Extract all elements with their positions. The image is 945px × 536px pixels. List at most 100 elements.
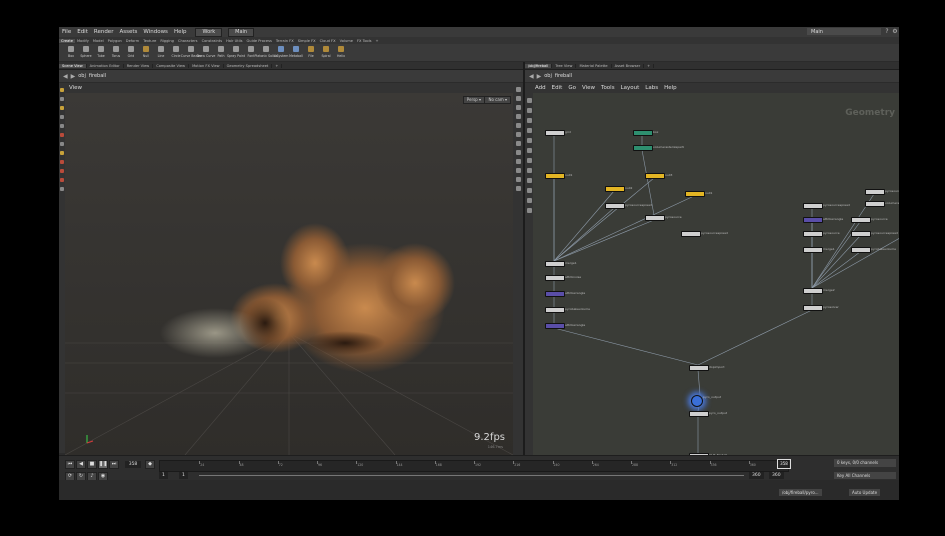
range-end-field[interactable]: 360 [749,472,764,479]
shelf-tool-draw-curve[interactable]: Draw Curve [197,44,215,58]
net-lock-icon[interactable] [526,128,532,133]
net-home-icon[interactable] [526,158,532,163]
menu-file[interactable]: File [59,29,74,35]
shelf-tab-polygon[interactable]: Polygon [106,39,124,43]
lighting-icon[interactable] [515,96,521,101]
network-node[interactable] [545,275,565,281]
menu-edit[interactable]: Edit [74,29,91,35]
network-node[interactable] [545,307,565,313]
menu-windows[interactable]: Windows [140,29,171,35]
view-tool-icon[interactable] [60,115,64,119]
net-quick-icon[interactable] [526,208,532,213]
wireframe-icon[interactable] [515,132,521,137]
network-node[interactable] [851,217,871,223]
shelf-tab-modify[interactable]: Modify [75,39,91,43]
shelf-tab-model[interactable]: Model [91,39,106,43]
network-node[interactable] [633,130,653,136]
network-node[interactable] [851,231,871,237]
status-path[interactable]: /obj/fireball/pyro... [779,489,822,496]
right-desktop-select[interactable]: Main [807,28,881,35]
net-menu-tools[interactable]: Tools [601,85,615,91]
shelf-tool-line[interactable]: Line [155,44,167,58]
tab-asset-browser[interactable]: Asset Browser [612,63,645,68]
network-node[interactable] [645,173,665,179]
snap-tool-icon[interactable] [60,187,64,191]
net-menu-edit[interactable]: Edit [552,85,563,91]
tab-animation-editor[interactable]: Animation Editor [87,63,124,68]
shelf-tool-box[interactable]: Box [65,44,77,58]
shelf-tool-file[interactable]: File [305,44,317,58]
shelf-tool-spray-paint[interactable]: Spray Paint [227,44,245,58]
auto-update-button[interactable]: Auto Update [849,489,881,496]
menu-help[interactable]: Help [171,29,190,35]
network-node[interactable] [545,130,565,136]
shelf-tool-torus[interactable]: Torus [110,44,122,58]
net-grid-icon[interactable] [526,188,532,193]
path-node[interactable]: fireball [89,73,106,79]
network-node[interactable] [691,395,703,407]
shelf-tab-characters[interactable]: Characters [176,39,200,43]
end-frame-marker[interactable]: 358 [777,459,791,469]
templates-icon[interactable] [515,186,521,191]
vis-icon[interactable] [515,159,521,164]
network-node[interactable] [545,323,565,329]
rotate-tool-icon[interactable] [60,142,64,146]
move-tool-icon[interactable] [60,97,64,101]
net-paint-icon[interactable] [526,138,532,143]
range-start2-field[interactable]: 1 [179,472,188,479]
shelf-tool-spiral[interactable]: Spiral [320,44,332,58]
shelf-tab-create[interactable]: Create [59,38,75,43]
net-frame-icon[interactable] [526,168,532,173]
shelf-tool-sphere[interactable]: Sphere [80,44,92,58]
help-icon[interactable]: ? [883,28,891,36]
jump-end-icon[interactable]: ⏭ [109,460,119,469]
shelf-tool-curve-bezier[interactable]: Curve Bezier [181,44,201,58]
menu-render[interactable]: Render [91,29,117,35]
display-options-icon[interactable] [515,87,521,92]
add-network-tab-button[interactable]: + [644,63,655,68]
network-node[interactable] [545,291,565,297]
settings-icon[interactable]: ⚙ [891,28,899,36]
grid-toggle-icon[interactable] [515,114,521,119]
shelf-tab-terrain-fx[interactable]: Terrain FX [274,39,296,43]
net-pan-icon[interactable] [526,108,532,113]
tab-material-palette[interactable]: Material Palette [576,63,612,68]
network-node[interactable] [685,191,705,197]
net-menu-labs[interactable]: Labs [645,85,658,91]
net-snap-icon[interactable] [526,198,532,203]
scale-tool-icon[interactable] [60,133,64,137]
jump-start-icon[interactable]: ⏮ [65,460,75,469]
network-node[interactable] [865,201,885,207]
paint-tool-icon[interactable] [60,169,64,173]
tab-scene-view[interactable]: Scene View [59,63,87,68]
viewport-3d[interactable]: Persp ▾ No cam ▾ 9.2fps 146.7ms [65,93,513,455]
network-node[interactable] [689,365,709,371]
shelf-tool-metaball[interactable]: Metaball [289,44,303,58]
network-node[interactable] [545,173,565,179]
forward-arrow-icon[interactable]: ▶ [71,73,76,80]
tab-motion-fx-view[interactable]: Motion FX View [189,63,224,68]
back-arrow-icon[interactable]: ◀ [63,73,68,80]
brush-tool-icon[interactable] [60,151,64,155]
shelf-tool-grid[interactable]: Grid [125,44,137,58]
net-layout-icon[interactable] [526,178,532,183]
net-scope-icon[interactable] [526,148,532,153]
shelf-tool-path[interactable]: Path [215,44,227,58]
network-node[interactable] [803,203,823,209]
network-node[interactable] [689,411,709,417]
net-menu-help[interactable]: Help [664,85,677,91]
tab-render-view[interactable]: Render View [124,63,154,68]
network-editor[interactable]: Geometry grid box volumerasterizeparti null… [533,93,899,455]
shelf-tool-tube[interactable]: Tube [95,44,107,58]
tab-composite-view[interactable]: Composite View [153,63,190,68]
shelf-tool-l-system[interactable]: L-System [274,44,288,58]
shelf-tool-platonic-solids[interactable]: Platonic Solids [254,44,278,58]
frame-step-icon[interactable]: ◆ [145,460,155,469]
net-back-arrow-icon[interactable]: ◀ [529,73,534,80]
context-select[interactable]: Main [228,27,255,37]
network-node[interactable] [851,247,871,253]
pose-tool-icon[interactable] [60,124,64,128]
range-start-field[interactable]: 1 [159,472,168,479]
lock-camera-icon[interactable] [515,105,521,110]
network-node[interactable] [803,288,823,294]
